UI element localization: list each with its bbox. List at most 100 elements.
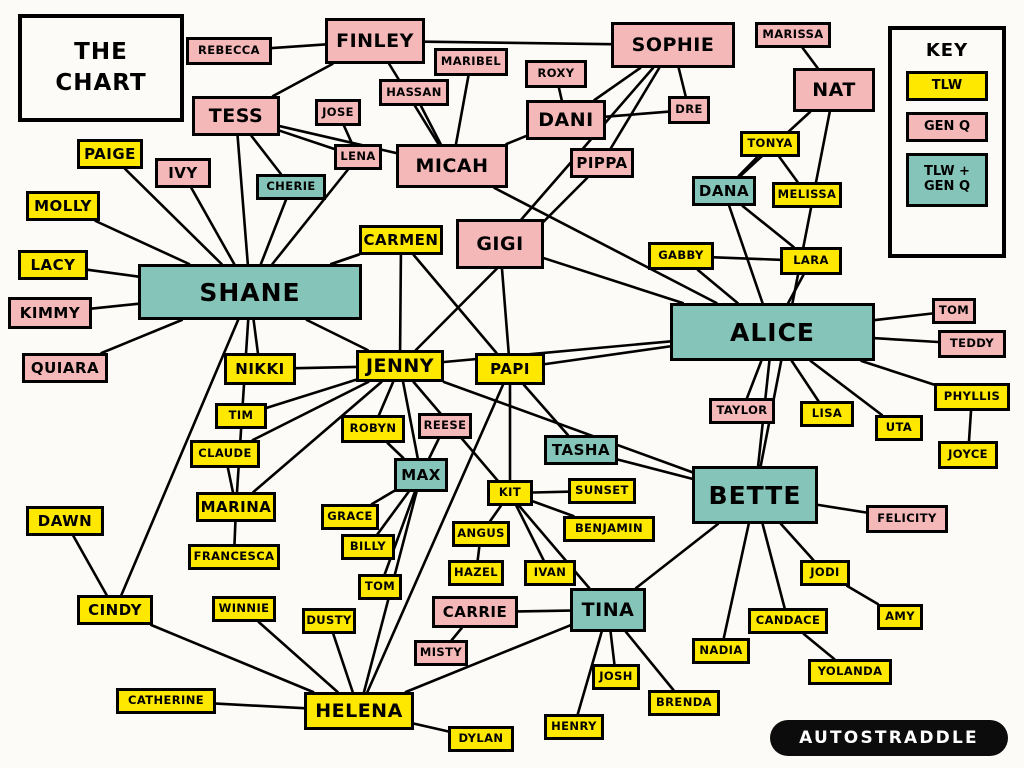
node-micah[interactable]: MICAH <box>396 144 508 188</box>
edge-carmen-jenny <box>398 253 403 352</box>
node-tom_b[interactable]: TOM <box>358 574 402 600</box>
node-lisa[interactable]: LISA <box>800 401 854 427</box>
node-marina[interactable]: MARINA <box>196 492 276 522</box>
node-sophie[interactable]: SOPHIE <box>611 22 735 68</box>
node-uta[interactable]: UTA <box>875 415 923 441</box>
node-label: BRENDA <box>656 695 712 710</box>
node-cindy[interactable]: CINDY <box>77 595 153 625</box>
node-phyllis[interactable]: PHYLLIS <box>934 383 1010 411</box>
node-lara[interactable]: LARA <box>780 247 842 275</box>
node-hassan[interactable]: HASSAN <box>379 79 449 106</box>
node-jenny[interactable]: JENNY <box>356 350 444 382</box>
node-label: PAPI <box>490 359 530 378</box>
node-winnie[interactable]: WINNIE <box>212 596 276 622</box>
node-pippa[interactable]: PIPPA <box>570 148 634 178</box>
node-shane[interactable]: SHANE <box>138 264 362 320</box>
node-jose[interactable]: JOSE <box>315 99 361 126</box>
node-josh[interactable]: JOSH <box>592 664 640 690</box>
node-label: IVAN <box>533 565 567 580</box>
node-dawn[interactable]: DAWN <box>26 506 104 536</box>
edge-alice-teddy <box>873 336 940 344</box>
node-nadia[interactable]: NADIA <box>692 638 750 664</box>
node-label: BENJAMIN <box>575 521 643 536</box>
node-gabby[interactable]: GABBY <box>648 242 714 270</box>
node-candace[interactable]: CANDACE <box>748 608 828 634</box>
node-hazel[interactable]: HAZEL <box>448 560 504 586</box>
node-helena[interactable]: HELENA <box>304 692 414 730</box>
node-label: JOSE <box>322 104 354 119</box>
node-max[interactable]: MAX <box>394 458 448 492</box>
edge-gigi-papi <box>500 267 511 355</box>
chart-canvas: THE CHART KEY TLW GEN Q TLW + GEN Q AUTO… <box>0 0 1024 768</box>
node-label: PIPPA <box>576 153 628 172</box>
node-nikki[interactable]: NIKKI <box>224 353 296 385</box>
node-carmen[interactable]: CARMEN <box>359 225 443 255</box>
node-billy[interactable]: BILLY <box>341 534 395 560</box>
node-melissa[interactable]: MELISSA <box>772 182 842 208</box>
node-finley[interactable]: FINLEY <box>325 18 425 64</box>
node-label: REBECCA <box>198 43 260 58</box>
node-francesca[interactable]: FRANCESCA <box>188 544 280 570</box>
node-tom_r[interactable]: TOM <box>932 298 976 324</box>
node-tess[interactable]: TESS <box>192 96 280 136</box>
node-label: HASSAN <box>386 84 442 99</box>
node-felicity[interactable]: FELICITY <box>866 505 948 533</box>
node-lacy[interactable]: LACY <box>18 250 88 280</box>
node-brenda[interactable]: BRENDA <box>648 690 720 716</box>
node-reese[interactable]: REESE <box>418 413 472 439</box>
node-dre[interactable]: DRE <box>668 96 710 124</box>
node-joyce[interactable]: JOYCE <box>938 441 998 469</box>
node-benjamin[interactable]: BENJAMIN <box>563 516 655 542</box>
node-papi[interactable]: PAPI <box>475 353 545 385</box>
node-kimmy[interactable]: KIMMY <box>8 297 92 329</box>
node-teddy[interactable]: TEDDY <box>938 330 1006 358</box>
edge-cindy-helena <box>149 623 315 694</box>
node-alice[interactable]: ALICE <box>670 303 875 361</box>
node-dana[interactable]: DANA <box>692 176 756 206</box>
node-dani[interactable]: DANI <box>526 100 606 140</box>
node-angus[interactable]: ANGUS <box>452 521 510 547</box>
edge-nikki-jenny <box>294 365 358 370</box>
edge-alice-taylor <box>745 359 763 400</box>
node-jodi[interactable]: JODI <box>800 560 850 586</box>
node-gigi[interactable]: GIGI <box>456 219 544 269</box>
node-tasha[interactable]: TASHA <box>544 435 618 465</box>
node-tonya[interactable]: TONYA <box>740 131 800 157</box>
node-ivy[interactable]: IVY <box>155 158 211 188</box>
node-sunset[interactable]: SUNSET <box>568 478 636 504</box>
node-dylan[interactable]: DYLAN <box>448 726 514 752</box>
node-paige[interactable]: PAIGE <box>77 139 143 169</box>
node-label: TIM <box>228 408 254 423</box>
node-tim[interactable]: TIM <box>215 403 267 429</box>
node-amy[interactable]: AMY <box>877 604 923 630</box>
node-henry[interactable]: HENRY <box>544 714 604 740</box>
node-cherie[interactable]: CHERIE <box>256 174 326 200</box>
node-label: QUIARA <box>30 358 100 377</box>
node-label: MISTY <box>419 645 463 660</box>
node-quiara[interactable]: QUIARA <box>22 353 108 383</box>
node-rebecca[interactable]: REBECCA <box>186 37 272 65</box>
node-tina[interactable]: TINA <box>570 588 646 632</box>
node-molly[interactable]: MOLLY <box>26 191 100 221</box>
node-lena[interactable]: LENA <box>334 144 382 170</box>
edge-bette-jodi <box>779 522 815 562</box>
node-marissa[interactable]: MARISSA <box>755 22 831 48</box>
node-nat[interactable]: NAT <box>793 68 875 112</box>
node-ivan[interactable]: IVAN <box>524 560 576 586</box>
node-claude[interactable]: CLAUDE <box>190 440 260 468</box>
edge-dani-sophie <box>593 66 642 102</box>
node-misty[interactable]: MISTY <box>414 640 468 666</box>
node-grace[interactable]: GRACE <box>321 504 379 530</box>
node-dusty[interactable]: DUSTY <box>302 608 356 634</box>
node-maribel[interactable]: MARIBEL <box>434 48 508 76</box>
node-taylor[interactable]: TAYLOR <box>709 398 775 424</box>
node-roxy[interactable]: ROXY <box>525 60 587 88</box>
legend-item-tlw: TLW <box>906 71 988 101</box>
edge-kimmy-shane <box>90 302 140 310</box>
node-catherine[interactable]: CATHERINE <box>116 688 216 714</box>
node-yolanda[interactable]: YOLANDA <box>808 659 892 685</box>
node-kit[interactable]: KIT <box>487 480 533 506</box>
node-robyn[interactable]: ROBYN <box>341 415 405 443</box>
node-bette[interactable]: BETTE <box>692 466 818 524</box>
node-carrie[interactable]: CARRIE <box>432 596 518 628</box>
